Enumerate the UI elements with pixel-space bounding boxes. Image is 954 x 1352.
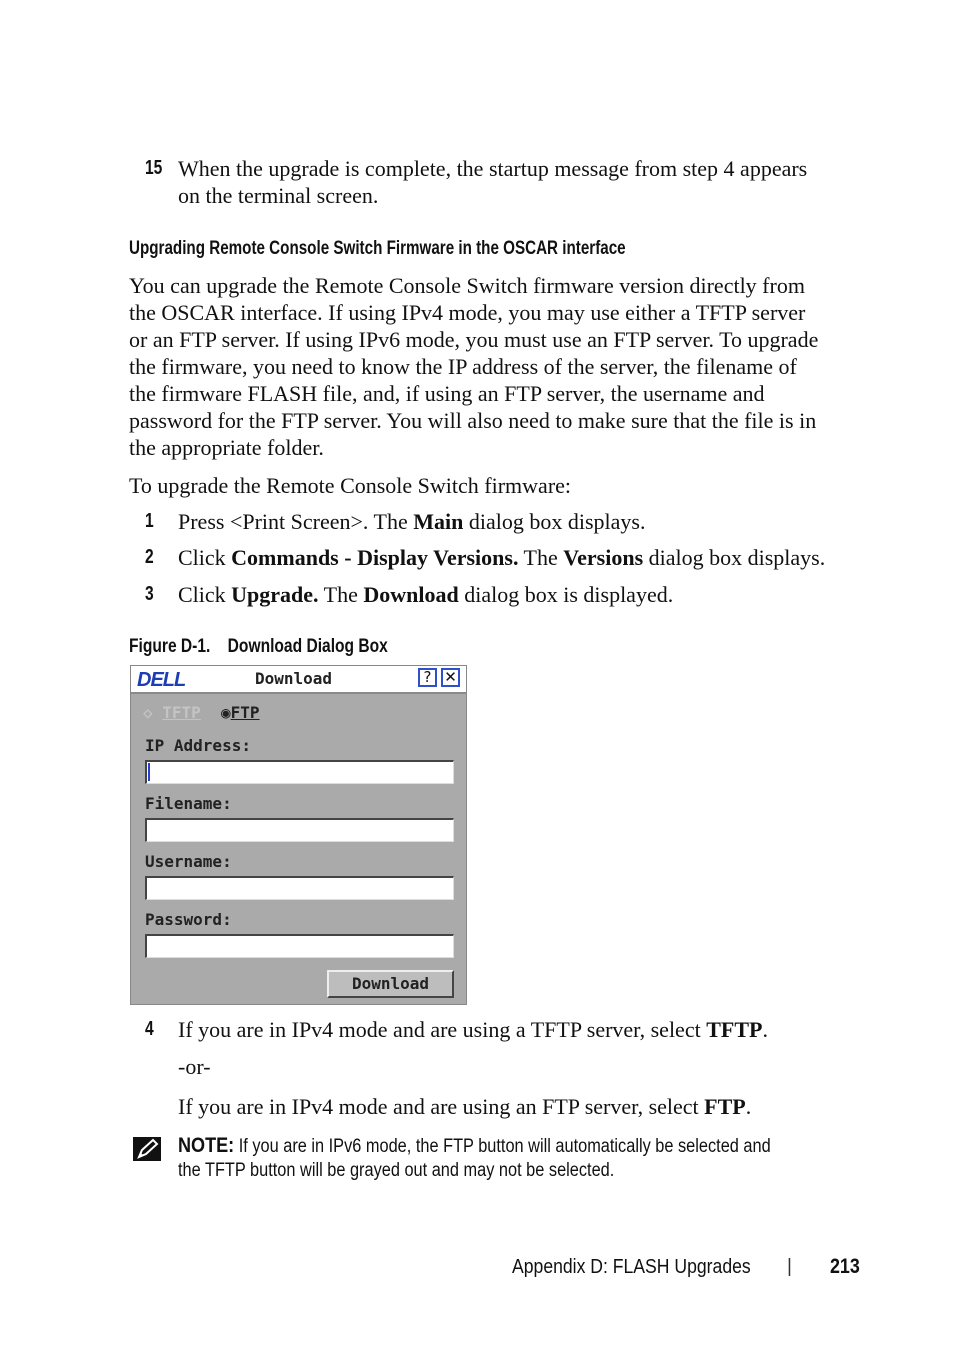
note-line1: NOTE: If you are in IPv6 mode, the FTP b…	[178, 1134, 771, 1157]
intro-line: the firmware, you need to know the IP ad…	[129, 354, 797, 379]
note-line2: the TFTP button will be grayed out and m…	[178, 1160, 615, 1181]
username-input[interactable]	[145, 876, 454, 900]
step-number-15: 15	[145, 157, 163, 179]
step-number-2: 2	[145, 546, 154, 568]
ip-address-label: IP Address:	[145, 736, 251, 755]
intro-line: the firmware FLASH file, and, if using a…	[129, 381, 765, 406]
text-cursor	[148, 763, 150, 781]
help-icon[interactable]: ?	[418, 668, 437, 687]
intro-line: password for the FTP server. You will al…	[129, 408, 817, 433]
close-icon[interactable]: ✕	[441, 668, 460, 687]
download-button[interactable]: Download	[327, 970, 454, 998]
intro-line: the appropriate folder.	[129, 435, 324, 460]
step-number-4: 4	[145, 1018, 154, 1040]
intro-line: or an FTP server. If using IPv6 mode, yo…	[129, 327, 819, 352]
password-label: Password:	[145, 910, 232, 929]
note-pencil-icon	[133, 1137, 161, 1161]
step-4b-text: If you are in IPv4 mode and are using an…	[178, 1094, 752, 1119]
download-dialog: DELL Download ? ✕ ◇ TFTP ◉FTP IP Address…	[130, 665, 467, 1005]
intro-line: the OSCAR interface. If using IPv4 mode,…	[129, 300, 806, 325]
username-label: Username:	[145, 852, 232, 871]
footer-section: Appendix D: FLASH Upgrades	[512, 1256, 751, 1278]
step-15-text-line1: When the upgrade is complete, the startu…	[178, 156, 808, 181]
intro-paragraph: You can upgrade the Remote Console Switc…	[129, 272, 818, 461]
dialog-title-bar: DELL Download ? ✕	[131, 666, 466, 694]
step-number-1: 1	[145, 510, 154, 532]
note-label: NOTE:	[178, 1134, 235, 1157]
step-4-text: If you are in IPv4 mode and are using a …	[178, 1017, 768, 1042]
radio-ftp[interactable]: ◉FTP	[221, 703, 260, 722]
password-input[interactable]	[145, 934, 454, 958]
radio-tftp: ◇ TFTP	[143, 703, 201, 722]
dialog-title: Download	[255, 669, 333, 688]
radio-selected-icon: ◉	[221, 703, 231, 722]
step-3-text: Click Upgrade. The Download dialog box i…	[178, 582, 674, 607]
or-text: -or-	[178, 1054, 211, 1079]
step-2-text: Click Commands - Display Versions. The V…	[178, 545, 826, 570]
footer-separator: |	[787, 1256, 792, 1277]
figure-caption: Figure D-1. Download Dialog Box	[129, 636, 388, 657]
ip-address-input[interactable]	[145, 760, 454, 784]
page-number: 213	[830, 1255, 860, 1278]
step-number-3: 3	[145, 583, 154, 605]
intro-line: You can upgrade the Remote Console Switc…	[129, 273, 805, 298]
step-15-text-line2: on the terminal screen.	[178, 183, 379, 208]
lead-in-text: To upgrade the Remote Console Switch fir…	[129, 473, 572, 498]
radio-empty-icon: ◇	[143, 703, 153, 722]
filename-input[interactable]	[145, 818, 454, 842]
filename-label: Filename:	[145, 794, 232, 813]
step-1-text: Press <Print Screen>. The Main dialog bo…	[178, 509, 646, 534]
dell-logo: DELL	[137, 669, 186, 691]
section-heading: Upgrading Remote Console Switch Firmware…	[129, 238, 626, 259]
